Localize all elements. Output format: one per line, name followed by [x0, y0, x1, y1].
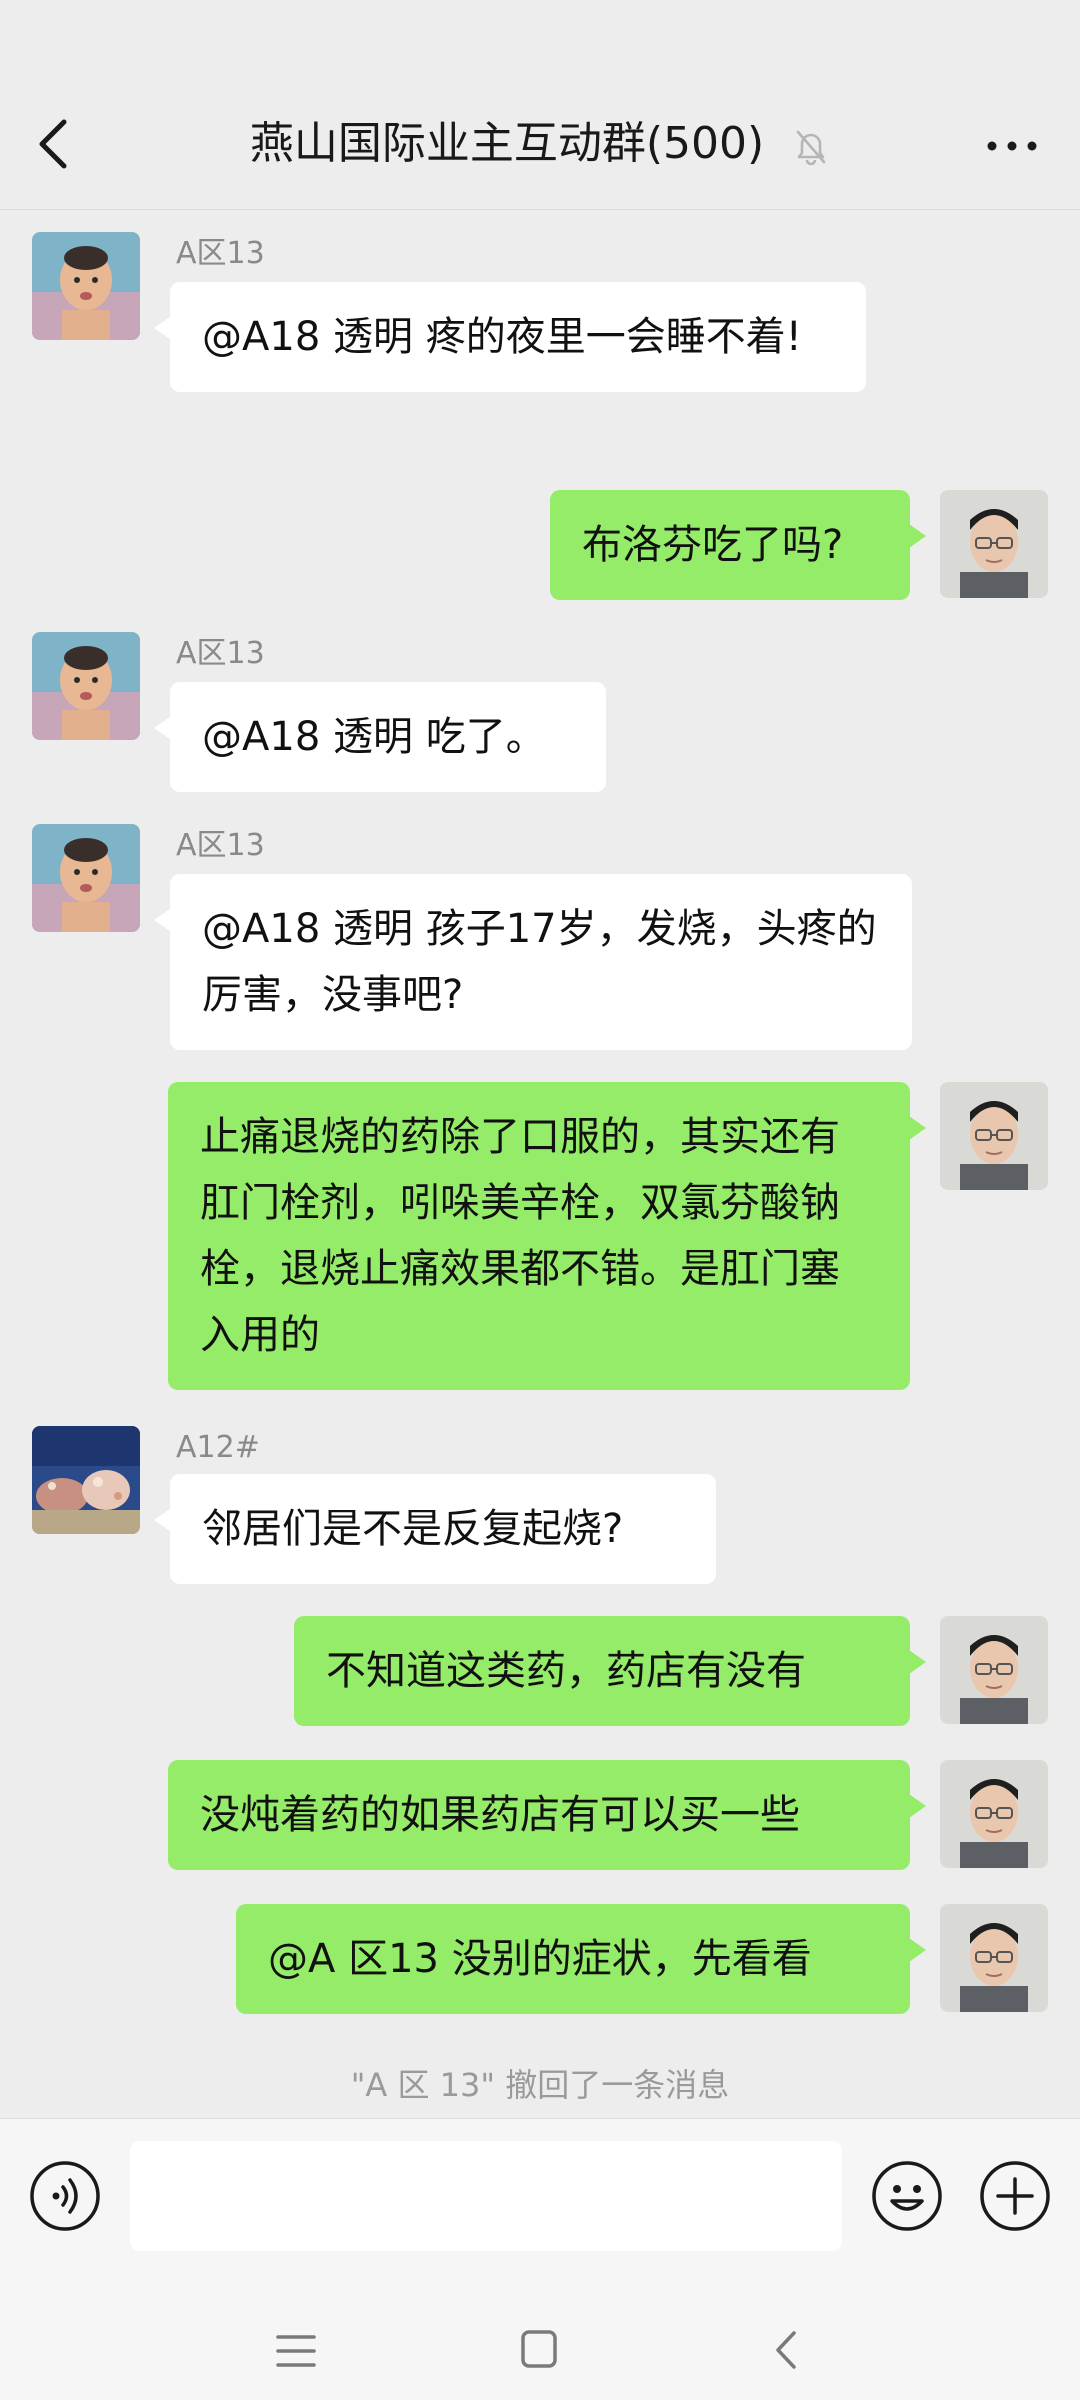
nav-menu-button[interactable]: [274, 2331, 318, 2371]
self-avatar[interactable]: [940, 1616, 1048, 1724]
nav-back-button[interactable]: [772, 2329, 800, 2371]
baby-avatar[interactable]: [32, 632, 140, 740]
message-bubble[interactable]: @A18 透明 疼的夜里一会睡不着!: [154, 282, 866, 392]
message-bubble[interactable]: @A 区13 没别的症状，先看看: [236, 1904, 926, 2014]
chat-title-wrap: 燕山国际业主互动群(500): [0, 112, 1080, 176]
chat-header: 燕山国际业主互动群(500): [0, 0, 1080, 210]
message-bubble[interactable]: 没炖着药的如果药店有可以买一些: [168, 1760, 926, 1870]
aquarium-avatar[interactable]: [32, 1426, 140, 1534]
menu-icon: [276, 2335, 316, 2367]
input-bar: [0, 2118, 1080, 2400]
plus-button[interactable]: [978, 2159, 1052, 2233]
message-bubble[interactable]: @A18 透明 吃了。: [154, 682, 606, 792]
message-bubble[interactable]: 不知道这类药，药店有没有: [294, 1616, 926, 1726]
sender-name: A12#: [176, 1430, 260, 1465]
voice-button[interactable]: [28, 2159, 102, 2233]
baby-avatar[interactable]: [32, 232, 140, 340]
sender-name: A区13: [176, 236, 265, 271]
voice-icon: [30, 2161, 100, 2231]
message-bubble[interactable]: 布洛芬吃了吗?: [550, 490, 926, 600]
emoji-button[interactable]: [870, 2159, 944, 2233]
self-avatar[interactable]: [940, 1760, 1048, 1868]
more-button[interactable]: [984, 128, 1040, 164]
nav-home-button[interactable]: [520, 2329, 558, 2369]
plus-icon: [980, 2161, 1050, 2231]
baby-avatar[interactable]: [32, 824, 140, 932]
emoji-icon: [872, 2161, 942, 2231]
self-avatar[interactable]: [940, 1082, 1048, 1190]
message-bubble[interactable]: @A18 透明 孩子17岁，发烧，头疼的厉害，没事吧?: [154, 874, 912, 1050]
recall-notice: "A 区 13" 撤回了一条消息: [350, 2066, 730, 2104]
message-input[interactable]: [130, 2141, 842, 2251]
bell-off-icon: [796, 130, 826, 166]
self-avatar[interactable]: [940, 1904, 1048, 2012]
sender-name: A区13: [176, 636, 265, 671]
sender-name: A区13: [176, 828, 265, 863]
message-bubble[interactable]: 止痛退烧的药除了口服的，其实还有肛门栓剂，吲哚美辛栓，双氯芬酸钠栓，退烧止痛效果…: [168, 1082, 926, 1390]
self-avatar[interactable]: [940, 490, 1048, 598]
back-icon: [776, 2331, 796, 2369]
home-icon: [521, 2330, 557, 2368]
chat-title: 燕山国际业主互动群(500): [249, 118, 765, 169]
message-bubble[interactable]: 邻居们是不是反复起烧?: [154, 1474, 716, 1584]
more-dots-icon: [987, 141, 1037, 151]
